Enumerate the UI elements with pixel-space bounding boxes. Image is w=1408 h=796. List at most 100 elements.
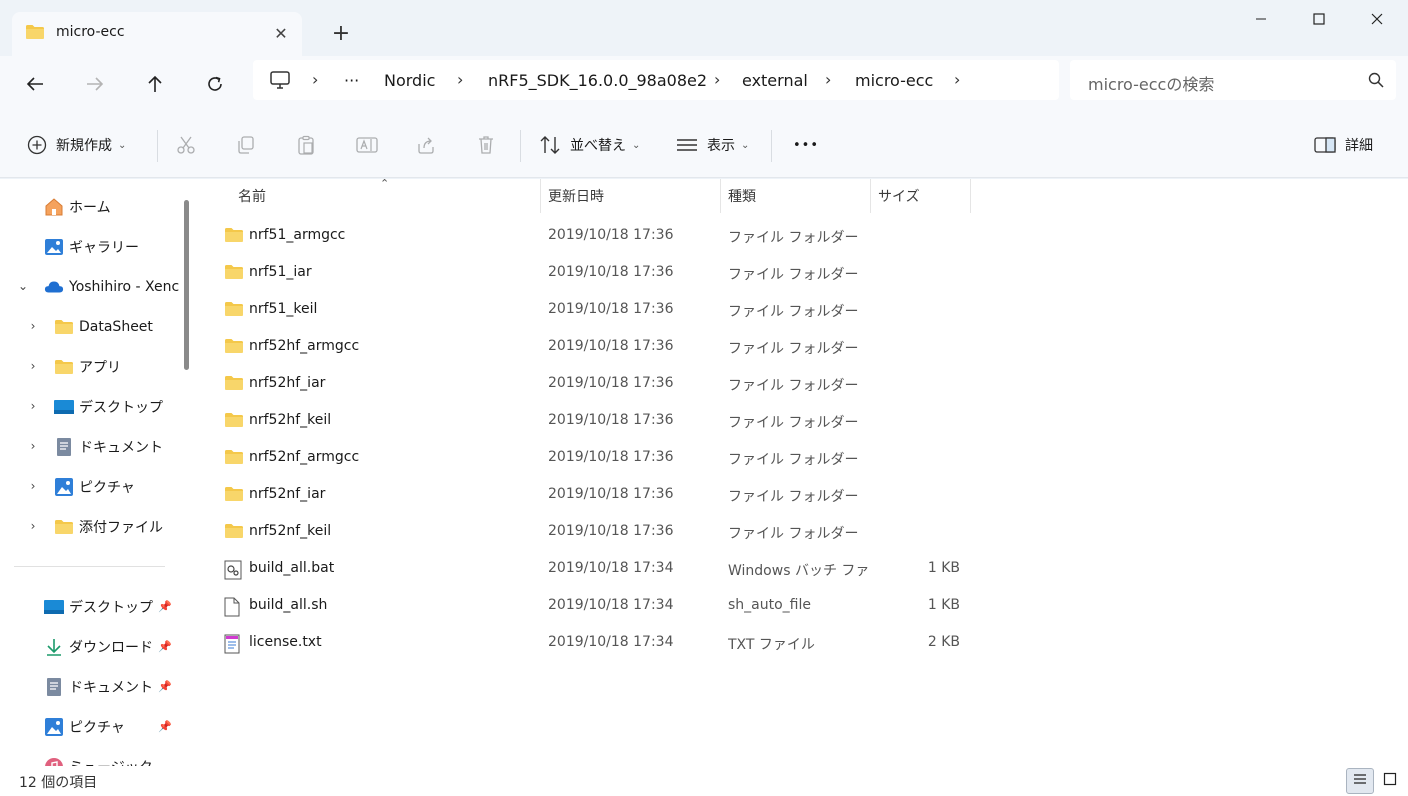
back-button[interactable]: [17, 66, 53, 102]
table-row[interactable]: nrf51_armgcc 2019/10/18 17:36 ファイル フォルダー: [218, 217, 978, 254]
table-row[interactable]: nrf52hf_iar 2019/10/18 17:36 ファイル フォルダー: [218, 365, 978, 402]
sidebar-scrollbar-thumb[interactable]: [184, 200, 189, 370]
tab-micro-ecc[interactable]: micro-ecc ✕: [12, 12, 302, 56]
sidebar-item-desktop[interactable]: デスクトップ: [54, 392, 163, 422]
delete-button[interactable]: [476, 132, 496, 158]
forward-button[interactable]: [77, 66, 113, 102]
table-row[interactable]: build_all.bat 2019/10/18 17:34 Windows バッチ…: [218, 550, 978, 587]
close-window-button[interactable]: [1348, 4, 1406, 34]
column-divider[interactable]: [720, 179, 721, 213]
breadcrumb-external[interactable]: external: [742, 71, 808, 90]
chevron-right-icon[interactable]: ›: [26, 319, 40, 333]
file-date: 2019/10/18 17:34: [548, 597, 674, 613]
view-button[interactable]: 表示 ⌄: [676, 132, 749, 158]
table-row[interactable]: nrf52nf_armgcc 2019/10/18 17:36 ファイル フォルダー: [218, 439, 978, 476]
column-header-name[interactable]: 名前: [238, 179, 266, 213]
sidebar-item-apps[interactable]: アプリ: [54, 352, 121, 382]
table-row[interactable]: nrf51_keil 2019/10/18 17:36 ファイル フォルダー: [218, 291, 978, 328]
table-row[interactable]: license.txt 2019/10/18 17:34 TXT ファイル 2 KB: [218, 624, 978, 661]
chevron-right-icon[interactable]: ›: [26, 359, 40, 373]
table-row[interactable]: nrf52nf_keil 2019/10/18 17:36 ファイル フォルダー: [218, 513, 978, 550]
chevron-right-icon[interactable]: ›: [26, 439, 40, 453]
quick-access-downloads[interactable]: ダウンロード: [44, 632, 153, 662]
search-input[interactable]: micro-eccの検索: [1088, 71, 1214, 95]
sidebar-item-documents[interactable]: ドキュメント: [54, 432, 163, 462]
chevron-right-icon[interactable]: ›: [26, 399, 40, 413]
sidebar-item-label: ピクチャ: [79, 480, 135, 496]
address-bar[interactable]: › ··· Nordic › nRF5_SDK_16.0.0_98a08e2 ›…: [253, 60, 1059, 100]
column-divider[interactable]: [540, 179, 541, 213]
sidebar-item-home[interactable]: ホーム: [44, 192, 111, 222]
folder-icon: [54, 357, 74, 377]
paste-button[interactable]: [296, 132, 316, 158]
chevron-right-icon[interactable]: ›: [312, 70, 318, 89]
sidebar-item-onedrive[interactable]: Yoshihiro - Xenc: [44, 272, 179, 302]
share-icon: [416, 135, 436, 155]
copy-button[interactable]: [236, 132, 256, 158]
table-row[interactable]: nrf52hf_armgcc 2019/10/18 17:36 ファイル フォルダー: [218, 328, 978, 365]
sidebar-item-datasheet[interactable]: DataSheet: [54, 312, 153, 342]
breadcrumb-micro-ecc[interactable]: micro-ecc: [855, 71, 933, 90]
trash-icon: [476, 135, 496, 155]
table-row[interactable]: nrf52hf_keil 2019/10/18 17:36 ファイル フォルダー: [218, 402, 978, 439]
thumbnail-view-icon: [1383, 772, 1397, 790]
file-size: 1 KB: [927, 560, 960, 576]
quick-access-documents[interactable]: ドキュメント: [44, 672, 153, 702]
pin-icon: 📌: [158, 640, 172, 653]
more-options-button[interactable]: •••: [793, 132, 819, 158]
column-header-size[interactable]: サイズ: [878, 179, 920, 213]
column-divider[interactable]: [970, 179, 971, 213]
breadcrumb-nordic[interactable]: Nordic: [384, 71, 435, 90]
chevron-down-icon: ⌄: [741, 139, 750, 151]
cut-button[interactable]: [176, 132, 196, 158]
breadcrumb-sdk[interactable]: nRF5_SDK_16.0.0_98a08e2: [488, 71, 707, 90]
details-pane-button[interactable]: 詳細: [1314, 132, 1373, 158]
search-box[interactable]: micro-eccの検索: [1070, 60, 1396, 100]
table-row[interactable]: nrf52nf_iar 2019/10/18 17:36 ファイル フォルダー: [218, 476, 978, 513]
chevron-down-icon: ⌄: [118, 139, 127, 151]
share-button[interactable]: [416, 132, 436, 158]
chevron-right-icon[interactable]: ›: [26, 519, 40, 533]
sidebar-item-gallery[interactable]: ギャラリー: [44, 232, 139, 262]
chevron-right-icon[interactable]: ›: [954, 70, 960, 89]
this-pc-icon[interactable]: [269, 70, 291, 94]
file-date: 2019/10/18 17:36: [548, 264, 674, 280]
folder-icon: [224, 338, 244, 358]
chevron-right-icon[interactable]: ›: [714, 70, 720, 89]
document-icon: [54, 437, 74, 457]
sidebar-item-label: ピクチャ: [69, 720, 125, 736]
refresh-button[interactable]: [197, 66, 233, 102]
sidebar-item-label: ギャラリー: [69, 240, 139, 256]
table-row[interactable]: nrf51_iar 2019/10/18 17:36 ファイル フォルダー: [218, 254, 978, 291]
file-name: license.txt: [249, 634, 322, 650]
minimize-button[interactable]: [1232, 4, 1290, 34]
desktop-icon: [54, 397, 74, 417]
new-tab-button[interactable]: +: [328, 20, 354, 46]
chevron-right-icon[interactable]: ›: [825, 70, 831, 89]
sidebar-item-attachments[interactable]: 添付ファイル: [54, 512, 163, 542]
file-name: nrf52nf_keil: [249, 523, 332, 539]
chevron-down-icon[interactable]: ⌄: [16, 279, 30, 293]
search-icon[interactable]: [1368, 72, 1384, 92]
maximize-button[interactable]: [1290, 4, 1348, 34]
new-button[interactable]: 新規作成 ⌄: [27, 132, 126, 158]
breadcrumb-overflow[interactable]: ···: [344, 71, 359, 90]
close-tab-icon[interactable]: ✕: [270, 22, 292, 44]
up-button[interactable]: [137, 66, 173, 102]
file-type: ファイル フォルダー: [728, 415, 859, 431]
chevron-right-icon[interactable]: ›: [457, 70, 463, 89]
column-divider[interactable]: [870, 179, 871, 213]
table-row[interactable]: build_all.sh 2019/10/18 17:34 sh_auto_file…: [218, 587, 978, 624]
rename-button[interactable]: [356, 132, 378, 158]
column-header-type[interactable]: 種類: [728, 179, 756, 213]
sidebar-item-pictures[interactable]: ピクチャ: [54, 472, 135, 502]
column-header-date[interactable]: 更新日時: [548, 179, 604, 213]
quick-access-music[interactable]: ミュージック: [44, 752, 153, 766]
quick-access-pictures[interactable]: ピクチャ: [44, 712, 125, 742]
chevron-right-icon[interactable]: ›: [26, 479, 40, 493]
sort-button[interactable]: 並べ替え ⌄: [539, 132, 640, 158]
large-icons-view-button[interactable]: [1376, 768, 1404, 794]
quick-access-desktop[interactable]: デスクトップ: [44, 592, 153, 622]
details-view-button[interactable]: [1346, 768, 1374, 794]
new-button-label: 新規作成: [56, 138, 112, 154]
